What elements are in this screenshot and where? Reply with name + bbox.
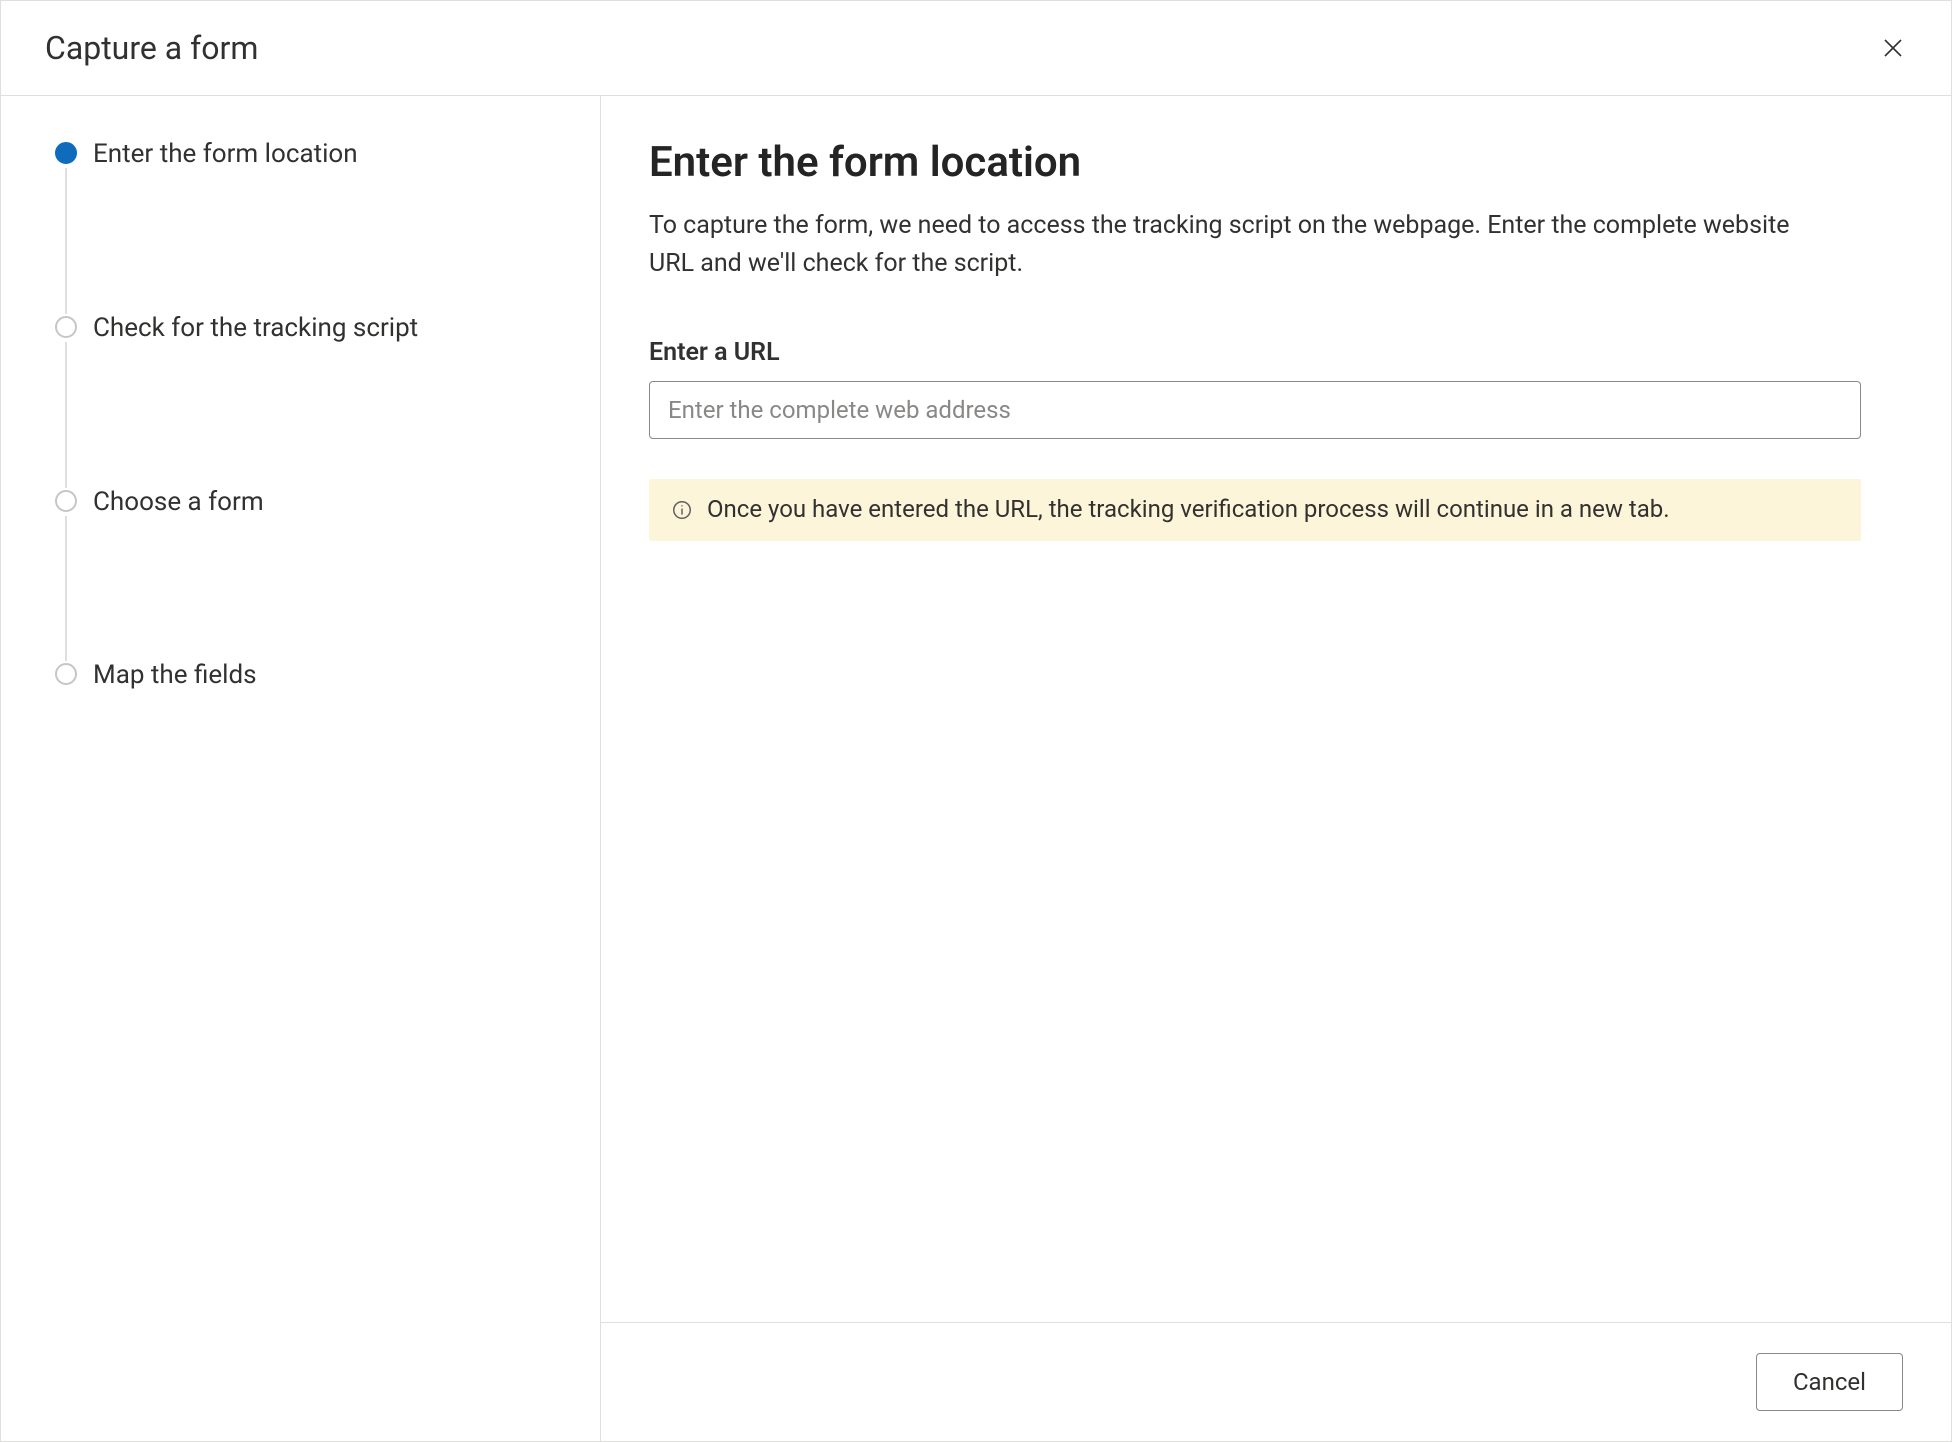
- info-icon: [671, 499, 693, 521]
- cancel-button[interactable]: Cancel: [1756, 1353, 1903, 1411]
- dialog-header: Capture a form: [1, 1, 1951, 96]
- step-connector: [65, 516, 67, 662]
- info-banner: Once you have entered the URL, the track…: [649, 479, 1861, 541]
- info-text: Once you have entered the URL, the track…: [707, 493, 1670, 527]
- step-map-fields[interactable]: Map the fields: [55, 659, 560, 693]
- url-field-label: Enter a URL: [649, 338, 1903, 367]
- step-check-tracking-script[interactable]: Check for the tracking script: [55, 312, 560, 486]
- step-enter-form-location[interactable]: Enter the form location: [55, 138, 560, 312]
- dialog-title: Capture a form: [45, 29, 258, 67]
- capture-form-dialog: Capture a form Enter the form location C…: [0, 0, 1952, 1442]
- url-input[interactable]: [649, 381, 1861, 439]
- step-connector: [65, 342, 67, 488]
- page-title: Enter the form location: [649, 138, 1903, 187]
- step-bullet-icon: [55, 142, 77, 164]
- close-button[interactable]: [1875, 30, 1911, 66]
- page-description: To capture the form, we need to access t…: [649, 207, 1809, 282]
- main-panel: Enter the form location To capture the f…: [601, 96, 1951, 1441]
- step-bullet-icon: [55, 490, 77, 512]
- step-label: Check for the tracking script: [93, 312, 418, 346]
- main-content: Enter the form location To capture the f…: [601, 96, 1951, 1322]
- step-bullet-icon: [55, 316, 77, 338]
- step-list: Enter the form location Check for the tr…: [55, 138, 560, 693]
- step-label: Map the fields: [93, 659, 257, 693]
- close-icon: [1881, 36, 1905, 60]
- dialog-body: Enter the form location Check for the tr…: [1, 96, 1951, 1441]
- step-label: Choose a form: [93, 486, 264, 520]
- step-choose-form[interactable]: Choose a form: [55, 486, 560, 660]
- step-connector: [65, 168, 67, 314]
- step-bullet-icon: [55, 663, 77, 685]
- dialog-footer: Cancel: [601, 1322, 1951, 1441]
- wizard-sidebar: Enter the form location Check for the tr…: [1, 96, 601, 1441]
- step-label: Enter the form location: [93, 138, 358, 172]
